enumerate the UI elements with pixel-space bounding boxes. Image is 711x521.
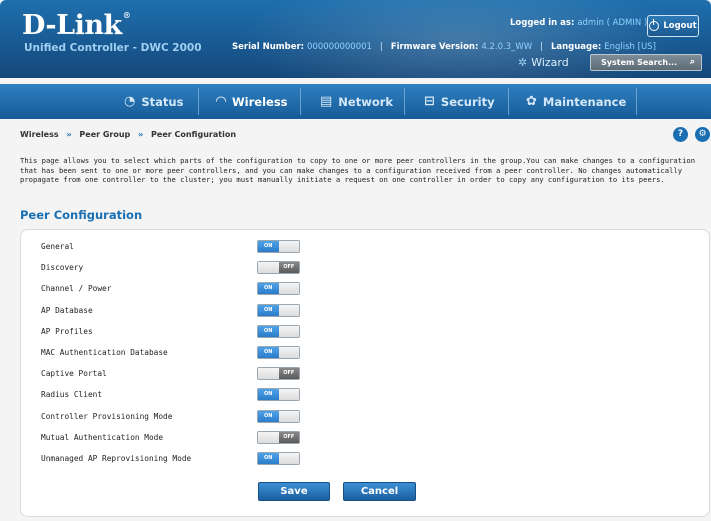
setting-label: General xyxy=(41,242,74,251)
toggle-off-segment: OFF xyxy=(278,304,299,316)
setting-toggle[interactable]: ONOFF xyxy=(257,240,300,253)
toggle-on-segment: ON xyxy=(258,241,279,252)
logged-in-user: admin ( ADMIN ) xyxy=(577,18,648,28)
setting-row: Unmanaged AP Reprovisioning Mode ONOFF xyxy=(41,448,341,469)
page-description: This page allows you to select which par… xyxy=(20,156,696,184)
system-search-input[interactable]: System Search... ⌕ xyxy=(590,54,702,71)
toggle-off-segment: OFF xyxy=(278,325,299,337)
setting-toggle[interactable]: ONOFF xyxy=(257,430,300,444)
toggle-on-segment: ON xyxy=(258,283,279,295)
setting-toggle[interactable]: ONOFF xyxy=(257,409,300,423)
setting-toggle[interactable]: ONOFF xyxy=(257,282,300,296)
main-nav: ◔ Status ◠ Wireless ▤ Network ⊟ Security… xyxy=(0,84,711,119)
setting-row: Radius Client ONOFF xyxy=(41,384,341,405)
wifi-icon: ◠ xyxy=(216,94,226,109)
setting-toggle[interactable]: ONOFF xyxy=(257,261,300,275)
setting-toggle[interactable]: ONOFF xyxy=(257,367,300,381)
toggle-on-segment: ON xyxy=(258,304,279,316)
toggle-off-segment: OFF xyxy=(278,453,299,464)
breadcrumb-peer-configuration: Peer Configuration xyxy=(151,130,237,139)
setting-toggle[interactable]: ONOFF xyxy=(257,388,300,402)
setting-label: Discovery xyxy=(41,263,84,273)
setting-row: Channel / Power ONOFF xyxy=(41,278,341,299)
toggle-on-segment: ON xyxy=(258,453,279,464)
wand-icon: ✲ xyxy=(518,56,528,69)
toggle-on-segment: ON xyxy=(258,389,279,401)
setting-label: AP Profiles xyxy=(41,326,93,336)
setting-row: General ONOFF xyxy=(41,236,341,257)
setting-label: MAC Authentication Database xyxy=(41,348,168,357)
setting-label: Channel / Power xyxy=(41,284,112,294)
nav-security[interactable]: ⊟ Security xyxy=(424,84,495,119)
nav-wireless[interactable]: ◠ Wireless xyxy=(216,84,288,119)
toggle-off-segment: OFF xyxy=(278,410,299,422)
save-button[interactable]: Save xyxy=(258,482,330,501)
breadcrumb-peer-group[interactable]: Peer Group xyxy=(79,130,130,139)
setting-label: Unmanaged AP Reprovisioning Mode xyxy=(41,454,192,463)
toggle-off-segment: OFF xyxy=(278,283,299,295)
setting-row: Captive Portal ONOFF xyxy=(41,363,341,384)
setting-row: AP Profiles ONOFF xyxy=(41,321,341,342)
setting-toggle[interactable]: ONOFF xyxy=(257,324,300,338)
setting-label: Captive Portal xyxy=(41,369,107,379)
settings-icon[interactable]: ⚙ xyxy=(695,127,710,142)
setting-toggle[interactable]: ONOFF xyxy=(257,452,300,465)
toggle-off-segment: OFF xyxy=(278,262,299,274)
app-header: D-Link® Unified Controller - DWC 2000 Lo… xyxy=(0,0,711,78)
setting-row: Discovery ONOFF xyxy=(41,257,341,278)
product-name: Unified Controller - DWC 2000 xyxy=(24,42,202,54)
network-icon: ▤ xyxy=(320,94,333,109)
toggle-on-segment: ON xyxy=(258,325,279,337)
dashboard-icon: ◔ xyxy=(124,94,136,109)
login-info: Logged in as: admin ( ADMIN ) xyxy=(510,18,648,28)
nav-maintenance[interactable]: ✿ Maintenance xyxy=(526,84,626,119)
power-icon xyxy=(649,19,660,31)
setting-row: MAC Authentication Database ONOFF xyxy=(41,342,341,363)
gears-icon: ✿ xyxy=(526,94,537,109)
toggle-on-segment: ON xyxy=(258,368,279,380)
setting-toggle[interactable]: ONOFF xyxy=(257,303,300,317)
device-info-row: Serial Number: 000000000001 | Firmware V… xyxy=(232,42,656,52)
toggle-off-segment: OFF xyxy=(278,368,299,380)
toggle-on-segment: ON xyxy=(258,347,279,358)
lock-icon: ⊟ xyxy=(424,94,435,109)
toggle-off-segment: OFF xyxy=(278,431,299,443)
breadcrumb: Wireless » Peer Group » Peer Configurati… xyxy=(20,130,237,139)
setting-row: Mutual Authentication Mode ONOFF xyxy=(41,427,341,448)
language-selector[interactable]: English [US] xyxy=(604,42,656,52)
wizard-link[interactable]: ✲ Wizard xyxy=(518,56,569,69)
nav-status[interactable]: ◔ Status xyxy=(124,84,183,119)
setting-row: Controller Provisioning Mode ONOFF xyxy=(41,406,341,427)
toggle-off-segment: OFF xyxy=(278,241,299,252)
nav-network[interactable]: ▤ Network xyxy=(320,84,393,119)
cancel-button[interactable]: Cancel xyxy=(343,482,416,501)
setting-toggle[interactable]: ONOFF xyxy=(257,346,300,359)
toggle-on-segment: ON xyxy=(258,262,279,274)
setting-label: AP Database xyxy=(41,305,93,315)
firmware-version: 4.2.0.3_WW xyxy=(481,42,533,52)
toggle-off-segment: OFF xyxy=(278,389,299,401)
setting-label: Controller Provisioning Mode xyxy=(41,411,173,421)
help-icon[interactable]: ? xyxy=(673,127,688,142)
toggle-on-segment: ON xyxy=(258,431,279,443)
section-title: Peer Configuration xyxy=(20,208,143,222)
serial-number: 000000000001 xyxy=(307,42,372,52)
setting-row: AP Database ONOFF xyxy=(41,300,341,321)
dlink-logo: D-Link® xyxy=(22,10,131,41)
breadcrumb-wireless[interactable]: Wireless xyxy=(20,130,59,139)
search-icon[interactable]: ⌕ xyxy=(690,55,695,70)
toggle-off-segment: OFF xyxy=(278,347,299,358)
logout-button[interactable]: Logout xyxy=(647,15,699,37)
setting-label: Mutual Authentication Mode xyxy=(41,432,164,442)
toggle-on-segment: ON xyxy=(258,410,279,422)
setting-label: Radius Client xyxy=(41,390,103,400)
